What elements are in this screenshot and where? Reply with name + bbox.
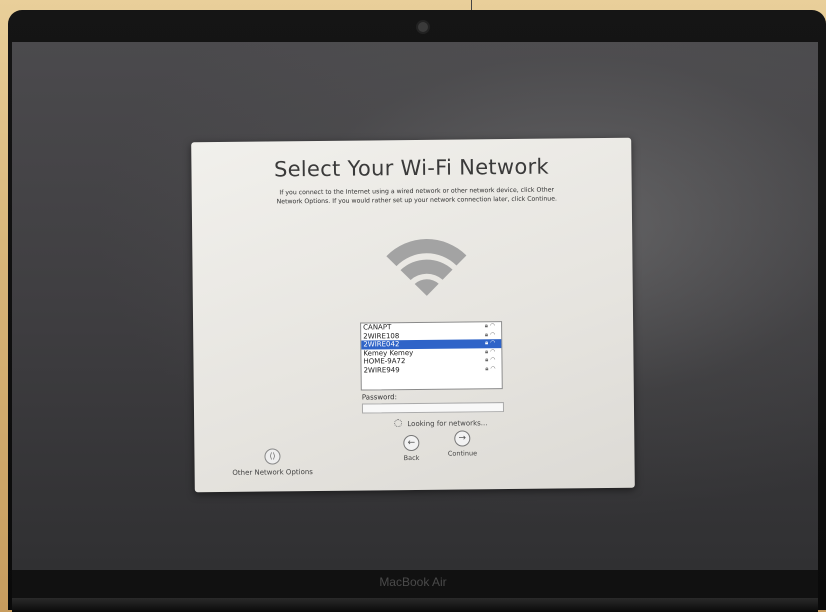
lock-icon: 🔒︎ ◠ xyxy=(484,322,496,330)
camera-icon xyxy=(418,22,428,32)
back-label: Back xyxy=(403,453,420,463)
back-button[interactable]: ← Back xyxy=(399,434,423,463)
network-row-2wire949[interactable]: 2WIRE949 🔒︎ ◠ xyxy=(362,365,502,375)
password-label: Password: xyxy=(361,393,397,402)
dialog-title: Select Your Wi-Fi Network xyxy=(273,154,550,182)
network-name: CANAPT xyxy=(363,323,392,332)
right-arrow-icon: → xyxy=(454,430,471,447)
network-status: Looking for networks... xyxy=(394,418,487,428)
continue-label: Continue xyxy=(447,449,478,458)
dialog-subtitle: If you connect to the Internet using a w… xyxy=(242,185,592,207)
status-text: Looking for networks... xyxy=(407,419,488,429)
lock-icon: 🔒︎ ◠ xyxy=(484,330,496,338)
other-network-options-button[interactable]: ⟨⟩ Other Network Options xyxy=(222,448,322,477)
network-name: 2WIRE042 xyxy=(363,340,400,349)
laptop-screen: Select Your Wi-Fi Network If you connect… xyxy=(12,42,818,570)
network-list[interactable]: CANAPT 🔒︎ ◠ 2WIRE108 🔒︎ ◠ 2WIRE042 🔒︎ ◠ … xyxy=(360,321,503,391)
laptop-hinge xyxy=(12,598,818,612)
brand-label: MacBook Air xyxy=(379,575,447,589)
lock-icon: 🔒︎ ◠ xyxy=(485,364,496,372)
left-arrow-icon: ← xyxy=(403,434,420,452)
network-name: 2WIRE949 xyxy=(363,365,400,375)
continue-button[interactable]: → Continue xyxy=(442,430,482,458)
wifi-icon xyxy=(386,239,467,296)
network-name: 2WIRE108 xyxy=(363,331,400,341)
lock-icon: 🔒︎ ◠ xyxy=(484,339,496,347)
lock-icon: 🔒︎ ◠ xyxy=(485,356,496,364)
lock-icon: 🔒︎ ◠ xyxy=(485,347,496,355)
cable xyxy=(471,0,472,10)
spinner-icon xyxy=(394,419,403,428)
password-field[interactable] xyxy=(361,402,505,414)
wifi-setup-dialog: Select Your Wi-Fi Network If you connect… xyxy=(191,137,635,493)
network-options-icon: ⟨⟩ xyxy=(264,448,281,465)
other-options-label: Other Network Options xyxy=(232,468,313,477)
